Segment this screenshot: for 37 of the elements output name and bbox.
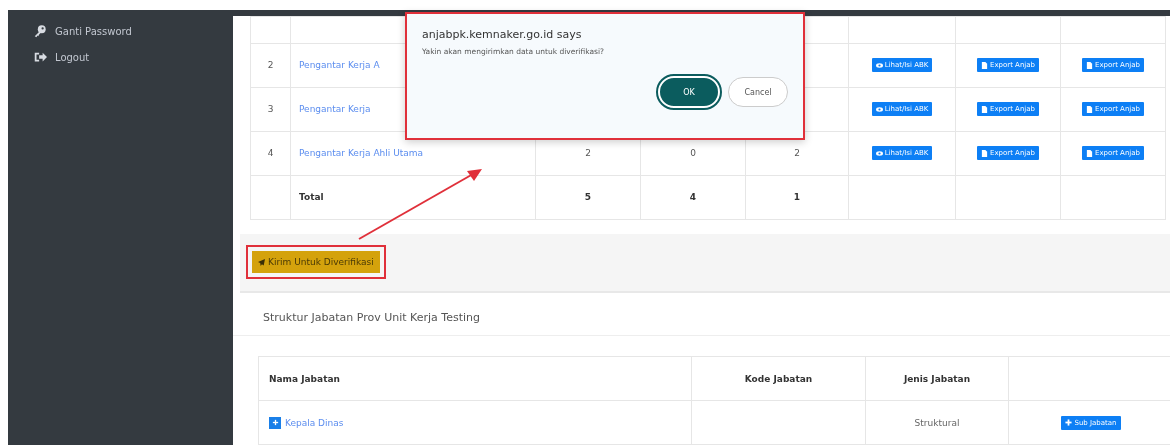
total-cell: 1 (745, 175, 849, 220)
key-icon (33, 24, 47, 38)
logout-icon (33, 50, 47, 64)
sidebar-item[interactable]: Logout (8, 44, 233, 70)
type-cell: Struktural (865, 400, 1009, 445)
eye-icon (875, 105, 883, 113)
submit-button[interactable]: Kirim Untuk Diverifikasi (252, 251, 380, 274)
job-link[interactable]: Kepala Dinas (285, 417, 344, 428)
plus-icon (1065, 419, 1073, 426)
document-icon (1085, 61, 1093, 69)
total-label: Total (290, 175, 536, 220)
card-title: Struktur Jabatan Prov Unit Kerja Testing (233, 292, 1170, 336)
sidebar-item[interactable]: Ganti Password (8, 18, 233, 44)
column-header: Jenis Jabatan (865, 356, 1009, 401)
total-cell: 4 (640, 175, 746, 220)
document-icon (1085, 105, 1093, 113)
row-number: 3 (250, 87, 291, 132)
eye-icon (875, 61, 883, 69)
eye-icon (875, 149, 883, 157)
plus-icon (271, 419, 279, 426)
document-icon (980, 61, 988, 69)
total-cell: 5 (535, 175, 641, 220)
document-icon (1085, 149, 1093, 157)
job-link[interactable]: Pengantar Kerja A (299, 60, 380, 71)
document-icon (980, 105, 988, 113)
row-number: 2 (250, 43, 291, 88)
dialog-title: anjabpk.kemnaker.go.id says (422, 28, 583, 41)
ok-button[interactable]: OK (658, 76, 720, 108)
row-number: 4 (250, 131, 291, 176)
expand-button[interactable] (269, 416, 281, 429)
document-icon (980, 149, 988, 157)
job-link[interactable]: Pengantar Kerja Ahli Utama (299, 148, 424, 159)
paper-plane-icon (258, 258, 265, 266)
column-header: Nama Jabatan (258, 356, 692, 401)
job-link[interactable]: Pengantar Kerja (299, 104, 371, 115)
column-header: Kode Jabatan (691, 356, 866, 401)
cancel-button[interactable]: Cancel (728, 77, 788, 107)
